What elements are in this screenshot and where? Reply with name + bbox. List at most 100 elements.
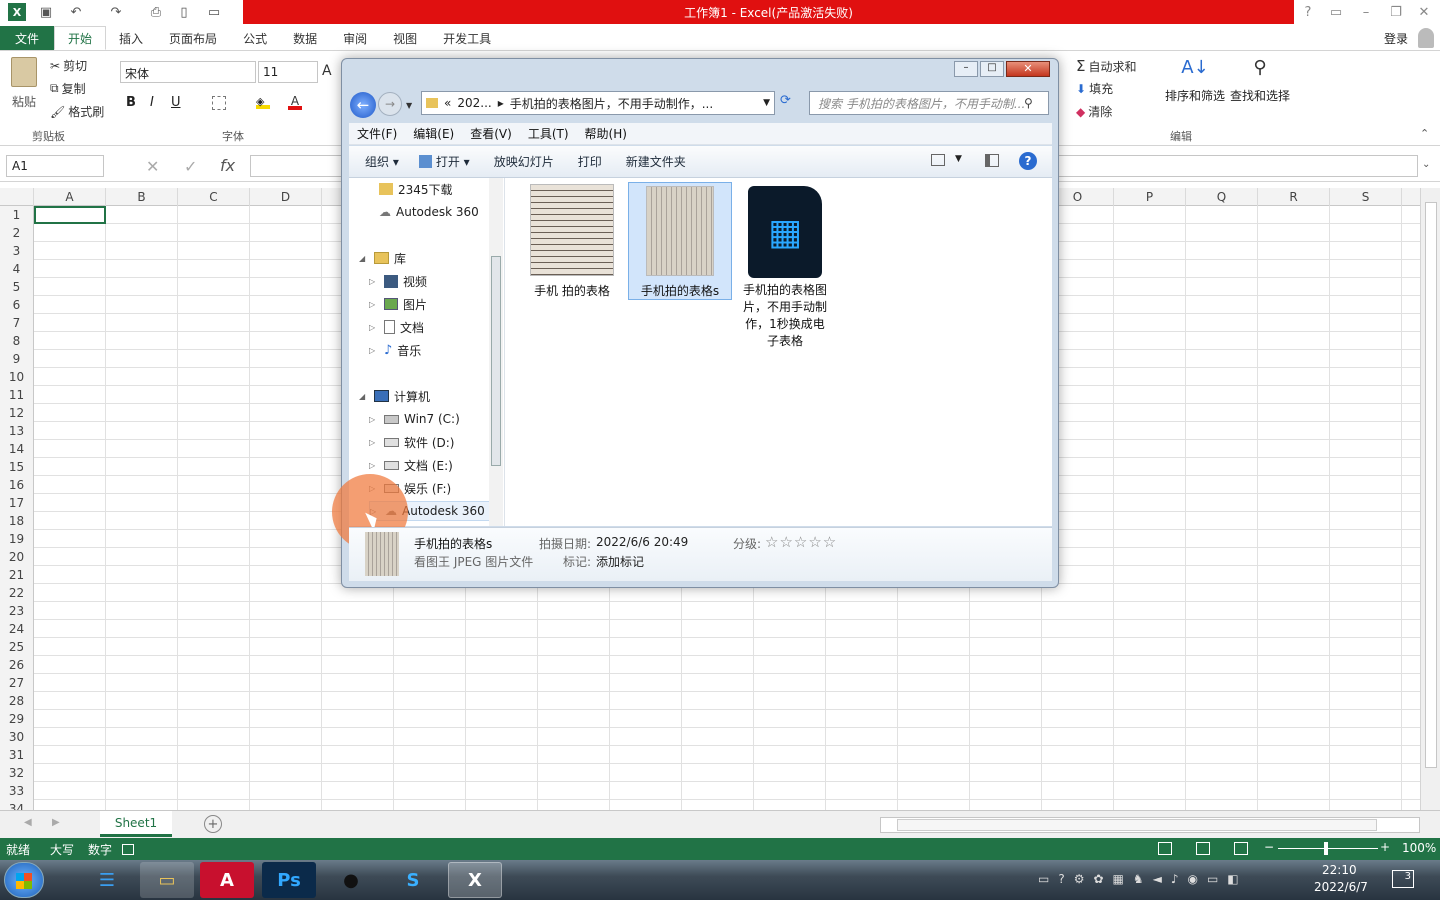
tab-file[interactable]: 文件 xyxy=(0,26,55,50)
font-color-icon[interactable]: A xyxy=(288,94,302,110)
new-file-icon[interactable]: ▯ xyxy=(174,3,194,21)
column-header[interactable]: C xyxy=(178,188,250,206)
nav-item-drive-c[interactable]: ▷ Win7 (C:) xyxy=(369,409,460,429)
italic-button[interactable]: I xyxy=(150,95,154,110)
nav-item-documents[interactable]: ▷ 文档 xyxy=(369,317,424,337)
collapsed-triangle-icon[interactable]: ▷ xyxy=(369,346,379,355)
row-header[interactable]: 7 xyxy=(0,314,33,332)
row-header[interactable]: 14 xyxy=(0,440,33,458)
font-size-select[interactable]: 11 xyxy=(258,61,318,83)
menu-help[interactable]: 帮助(H) xyxy=(577,125,635,142)
notification-icon[interactable]: 3 xyxy=(1392,870,1414,888)
forward-button-icon[interactable]: → xyxy=(378,92,402,116)
open-button[interactable]: 打开 ▾ xyxy=(432,153,482,170)
nav-item-pictures[interactable]: ▷ 图片 xyxy=(369,294,427,314)
nav-scroll-thumb[interactable] xyxy=(491,256,501,466)
collapsed-triangle-icon[interactable]: ▷ xyxy=(369,277,379,286)
zoom-level[interactable]: 100% xyxy=(1402,841,1436,855)
row-header[interactable]: 25 xyxy=(0,638,33,656)
row-header[interactable]: 20 xyxy=(0,548,33,566)
confirm-icon[interactable]: ✓ xyxy=(184,157,197,176)
file-item[interactable]: ▦ 手机拍的表格图片，不用手动制作，1秒换成电子表格 xyxy=(741,186,829,350)
row-header[interactable]: 3 xyxy=(0,242,33,260)
search-icon[interactable]: ⚲ xyxy=(1024,96,1033,110)
search-input[interactable]: 搜索 手机拍的表格图片，不用手动制... ⚲ xyxy=(809,91,1049,115)
nav-item-libraries[interactable]: ◢ 库 xyxy=(359,248,406,268)
collapsed-triangle-icon[interactable]: ▷ xyxy=(369,300,379,309)
row-header[interactable]: 33 xyxy=(0,782,33,800)
row-header[interactable]: 10 xyxy=(0,368,33,386)
expand-formula-icon[interactable]: ⌄ xyxy=(1422,159,1430,170)
row-header[interactable]: 9 xyxy=(0,350,33,368)
name-box[interactable]: A1 xyxy=(6,155,104,177)
file-item[interactable]: 手机 拍的表格 xyxy=(525,184,619,299)
tab-data[interactable]: 数据 xyxy=(280,26,330,50)
address-segment[interactable]: 202... xyxy=(457,96,491,110)
row-header[interactable]: 23 xyxy=(0,602,33,620)
fill-button[interactable]: ⬇ 填充 xyxy=(1076,80,1113,97)
fill-color-icon[interactable]: ◈ xyxy=(256,95,270,109)
row-header[interactable]: 27 xyxy=(0,674,33,692)
save-icon[interactable]: ▣ xyxy=(36,3,56,21)
dialog-help-icon[interactable]: ? xyxy=(1019,152,1037,170)
row-header[interactable]: 11 xyxy=(0,386,33,404)
copy-button[interactable]: ⧉ 复制 xyxy=(50,80,86,97)
history-dropdown-icon[interactable]: ▼ xyxy=(406,101,412,110)
cancel-icon[interactable]: ✕ xyxy=(146,157,159,176)
tray-icons[interactable]: ▭?⚙✿▦♞◄♪◉▭◧ xyxy=(1038,872,1248,886)
undo-icon[interactable]: ↶ xyxy=(66,3,86,21)
add-sheet-button[interactable]: + xyxy=(204,815,222,833)
collapsed-triangle-icon[interactable]: ▷ xyxy=(369,415,379,424)
row-header[interactable]: 2 xyxy=(0,224,33,242)
scroll-thumb[interactable] xyxy=(1425,202,1437,768)
nav-item-drive-d[interactable]: ▷ 软件 (D:) xyxy=(369,432,454,452)
vertical-scrollbar[interactable] xyxy=(1420,188,1440,810)
new-folder-button[interactable]: 新建文件夹 xyxy=(614,153,698,170)
tab-formulas[interactable]: 公式 xyxy=(230,26,280,50)
tab-insert[interactable]: 插入 xyxy=(106,26,156,50)
row-header[interactable]: 19 xyxy=(0,530,33,548)
preview-pane-icon[interactable] xyxy=(985,154,999,167)
help-icon[interactable]: ? xyxy=(1296,3,1320,21)
expanded-triangle-icon[interactable]: ◢ xyxy=(359,392,369,401)
nav-item-computer[interactable]: ◢ 计算机 xyxy=(359,386,430,406)
autosum-button[interactable]: Σ 自动求和 xyxy=(1076,57,1137,75)
dialog-maximize-icon[interactable]: □ xyxy=(980,61,1004,77)
collapsed-triangle-icon[interactable]: ▷ xyxy=(369,438,379,447)
taskbar-autocad-button[interactable]: A xyxy=(200,862,254,898)
nav-scrollbar[interactable] xyxy=(489,178,503,526)
row-header[interactable]: 6 xyxy=(0,296,33,314)
login-link[interactable]: 登录 xyxy=(1384,30,1408,47)
view-options-icon[interactable] xyxy=(931,154,945,166)
find-select-button[interactable]: ⚲ 查找和选择 xyxy=(1228,57,1292,104)
address-separator[interactable]: ▸ xyxy=(498,96,504,110)
row-header[interactable]: 31 xyxy=(0,746,33,764)
row-header[interactable]: 17 xyxy=(0,494,33,512)
row-header[interactable]: 12 xyxy=(0,404,33,422)
row-header[interactable]: 4 xyxy=(0,260,33,278)
page-layout-view-icon[interactable] xyxy=(1196,842,1210,855)
column-header[interactable]: P xyxy=(1114,188,1186,206)
row-header[interactable]: 5 xyxy=(0,278,33,296)
font-name-select[interactable]: 宋体 xyxy=(120,61,256,83)
address-current-folder[interactable]: 手机拍的表格图片，不用手动制作，... xyxy=(510,95,713,112)
nav-item-2345-downloads[interactable]: 2345下载 xyxy=(379,179,453,199)
selected-cell[interactable] xyxy=(34,206,106,224)
zoom-slider[interactable] xyxy=(1278,848,1378,849)
collapsed-triangle-icon[interactable]: ▷ xyxy=(369,323,379,332)
column-header[interactable]: B xyxy=(106,188,178,206)
minimize-icon[interactable]: – xyxy=(1354,3,1378,21)
sort-filter-button[interactable]: A↓ 排序和筛选 xyxy=(1164,57,1226,104)
view-dropdown-icon[interactable]: ▼ xyxy=(955,154,962,164)
dialog-close-icon[interactable]: ✕ xyxy=(1006,61,1050,77)
normal-view-icon[interactable] xyxy=(1158,842,1172,855)
zoom-in-icon[interactable]: + xyxy=(1380,840,1390,854)
column-header[interactable]: S xyxy=(1330,188,1402,206)
rating-stars[interactable]: ☆☆☆☆☆ xyxy=(765,533,837,551)
tab-developer[interactable]: 开发工具 xyxy=(430,26,504,50)
column-header[interactable]: R xyxy=(1258,188,1330,206)
detail-tags-value[interactable]: 添加标记 xyxy=(596,553,644,570)
row-header[interactable]: 16 xyxy=(0,476,33,494)
refresh-icon[interactable]: ⟳ xyxy=(780,93,791,108)
address-bar[interactable]: « 202... ▸ 手机拍的表格图片，不用手动制作，... ▼ xyxy=(421,91,775,115)
